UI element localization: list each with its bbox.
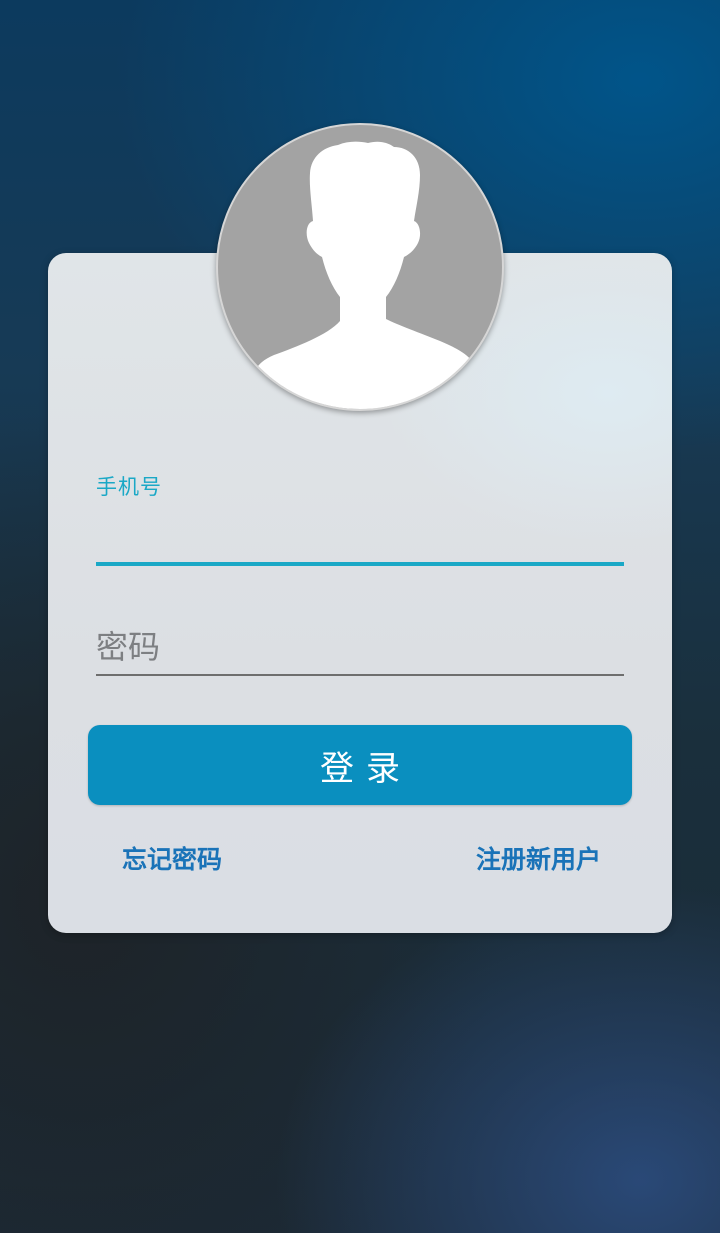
- password-input[interactable]: [96, 620, 624, 674]
- phone-underline: [96, 562, 624, 566]
- avatar: [216, 123, 504, 411]
- login-button[interactable]: 登录: [88, 725, 632, 805]
- phone-input[interactable]: [96, 508, 624, 562]
- register-link[interactable]: 注册新用户: [476, 840, 601, 876]
- forgot-password-link[interactable]: 忘记密码: [122, 840, 222, 876]
- default-user-icon: [256, 141, 472, 409]
- phone-label: 手机号: [96, 475, 162, 499]
- password-underline: [96, 674, 624, 676]
